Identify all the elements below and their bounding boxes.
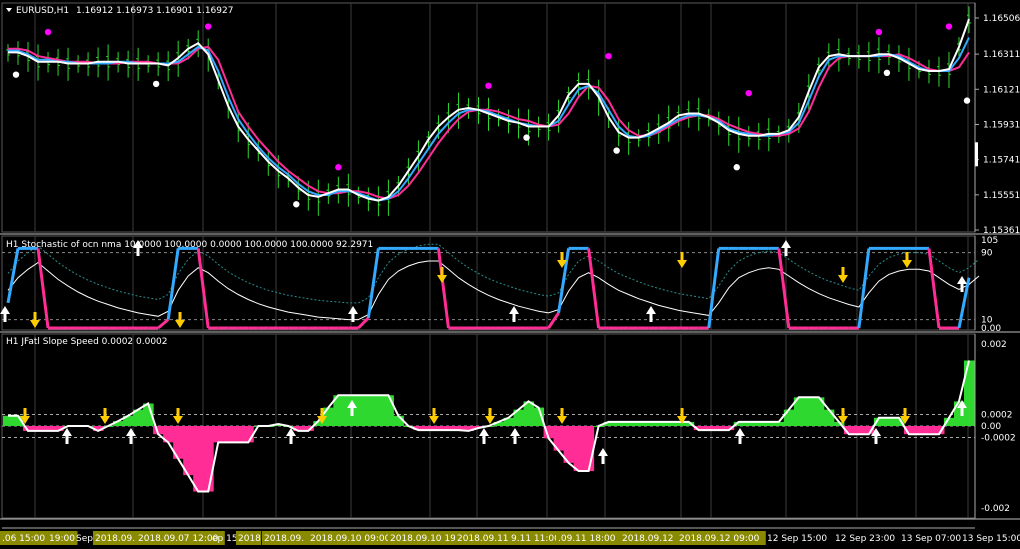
fractal-low-dot [293,201,300,208]
slope-histogram-bar [223,426,234,443]
fractal-low-dot [733,164,740,171]
time-label: 13 Sep 07:00 [901,534,961,544]
price-tick-label: 1.16506 [983,14,1020,24]
price-tick-label: 1.15741 [983,156,1020,166]
slope-histogram-bar [783,409,795,426]
slope-tick-label: -0.002 [981,504,1010,514]
fractal-low-dot [613,147,620,154]
fractal-high-dot [335,164,342,171]
time-label: 2018.09.12 09:00 [679,534,760,544]
slope-histogram-bar [2,415,14,426]
slope-histogram-bar [963,360,975,426]
stoch-indicator-title: H1 Stochastic of ocn nma 10.0000 100.000… [6,240,373,250]
time-label: 2018.09. [95,534,135,544]
slope-histogram-bar [853,426,865,435]
time-label: 2018.09.07 12:00 [138,534,219,544]
fractal-low-dot [883,69,891,77]
fractal-high-dot [485,82,492,89]
fractal-high-dot [44,28,52,36]
slope-histogram-bar [213,426,224,443]
price-tick-label: 1.15551 [983,191,1020,201]
price-tick-label: 1.15361 [983,226,1020,236]
slope-histogram-bar [383,395,394,426]
current-price-marker [975,142,978,167]
time-label: 19:00 [49,534,75,544]
time-label: 2018.09.10 09:00 [310,534,391,544]
slope-tick-label: 0.002 [981,340,1007,350]
time-label: 9.11 11:00 [511,534,560,544]
fractal-low-dot [152,80,160,88]
slope-histogram-bar [573,426,585,472]
fractal-low-dot [963,97,971,104]
price-tick-label: 1.16311 [983,50,1020,60]
time-label: 13 Sep 15:00 [962,534,1020,544]
slope-histogram-bar [233,426,244,443]
time-label: 2018.09. [264,534,304,544]
slope-histogram-bar [803,397,815,426]
stoch-tick-label: 90 [981,249,993,259]
fractal-low-dot [523,134,530,141]
slope-histogram-bar [373,395,384,426]
slope-histogram-bar [363,395,374,426]
time-label: 12 Sep 15:00 [767,534,827,544]
fractal-high-dot [875,28,883,36]
time-label: 12 Sep 23:00 [835,534,895,544]
slope-indicator-title: H1 JFatl Slope Speed 0.0002 0.0002 [6,337,168,347]
fractal-high-dot [204,23,212,30]
fractal-high-dot [745,89,752,97]
fractal-low-dot [12,71,20,78]
symbol-title: EURUSD,H1 [16,6,69,16]
fractal-high-dot [945,23,953,30]
slope-histogram-bar [883,417,895,426]
slope-histogram-bar [913,426,925,435]
slope-histogram-bar [823,409,835,426]
slope-tick-label: 0.00 [981,422,1001,432]
time-label: Sep [76,534,93,544]
slope-histogram-bar [923,426,935,435]
time-label: .06 15:00 [2,534,45,544]
time-label: 2018 [238,534,261,544]
slope-histogram-bar [583,426,595,472]
slope-tick-label: 0.0002 [981,411,1013,421]
stoch-tick-label: 105 [981,236,998,246]
slope-tick-label: -0.0002 [981,433,1016,443]
time-label: .09.11 18:00 [558,534,616,544]
trading-chart[interactable]: 1.16506 1.16311 1.16121 1.15931 1.15741 1.155… [0,0,1020,549]
time-label: 2018.09.12 [622,534,674,544]
price-tick-label: 1.16121 [983,85,1020,95]
price-tick-label: 1.15931 [983,120,1020,130]
ohlc-values: 1.16912 1.16973 1.16901 1.16927 [76,6,233,16]
stoch-tick-label: 0.00 [981,324,1001,334]
slope-histogram-bar [353,395,364,426]
slope-histogram-bar [193,426,204,492]
fractal-high-dot [605,52,612,60]
slope-histogram-bar [203,426,214,492]
